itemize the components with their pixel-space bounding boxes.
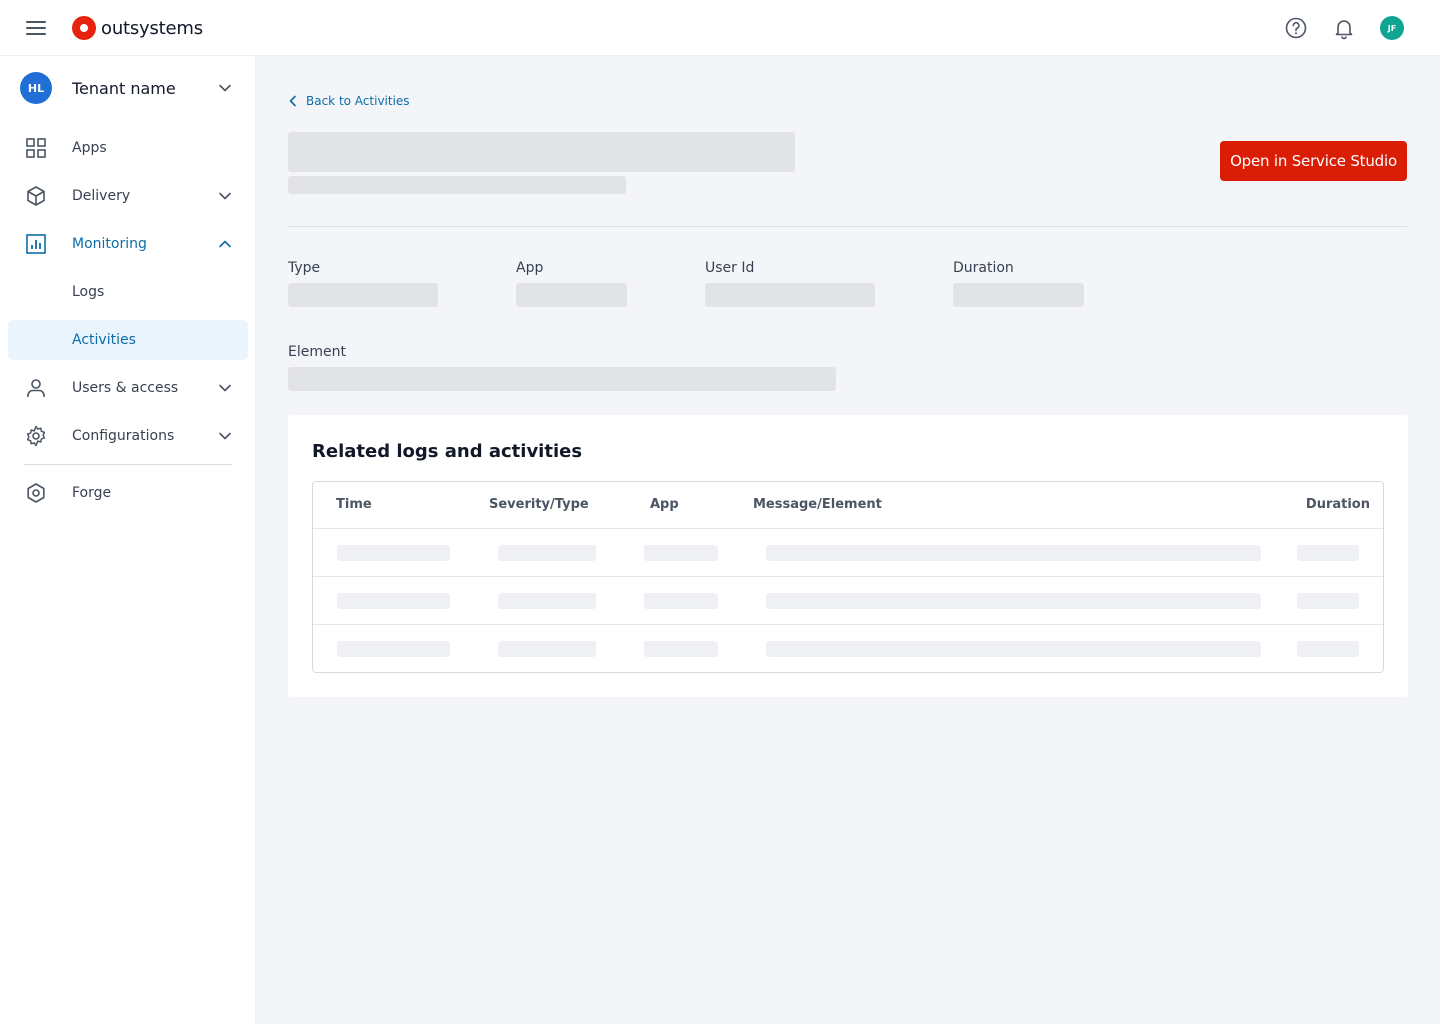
cell-skeleton bbox=[766, 545, 1261, 561]
cell-skeleton bbox=[498, 593, 596, 609]
sidebar-item-users-access[interactable]: Users & access bbox=[8, 368, 248, 408]
sidebar-divider bbox=[24, 464, 232, 465]
type-value-skeleton bbox=[288, 283, 438, 307]
top-bar: outsystems JF bbox=[0, 0, 1440, 56]
chevron-down-icon bbox=[219, 432, 231, 440]
cell-skeleton bbox=[1297, 641, 1359, 657]
sidebar-item-label: Forge bbox=[72, 485, 112, 501]
element-label: Element bbox=[288, 344, 346, 360]
related-logs-card: Related logs and activities Time Severit… bbox=[288, 415, 1408, 697]
table-row[interactable] bbox=[313, 529, 1383, 577]
related-logs-table: Time Severity/Type App Message/Element D… bbox=[312, 481, 1384, 673]
related-logs-title: Related logs and activities bbox=[312, 441, 583, 462]
tenant-name: Tenant name bbox=[72, 78, 176, 98]
sidebar-item-label: Configurations bbox=[72, 428, 175, 444]
back-to-activities-link[interactable]: Back to Activities bbox=[288, 92, 410, 110]
cell-skeleton bbox=[337, 641, 450, 657]
chevron-down-icon bbox=[219, 384, 231, 392]
cell-skeleton bbox=[644, 593, 718, 609]
title-skeleton bbox=[288, 132, 795, 172]
gear-icon bbox=[26, 425, 46, 447]
user-avatar[interactable]: JF bbox=[1380, 16, 1404, 40]
column-header-duration[interactable]: Duration bbox=[1306, 497, 1370, 512]
tenant-selector[interactable]: HL Tenant name bbox=[20, 72, 240, 104]
cube-icon bbox=[27, 186, 45, 206]
cell-skeleton bbox=[644, 545, 718, 561]
table-row[interactable] bbox=[313, 625, 1383, 672]
sidebar-item-logs[interactable]: Logs bbox=[8, 272, 248, 312]
apps-grid-icon bbox=[26, 138, 46, 158]
header-divider bbox=[288, 226, 1407, 227]
chevron-down-icon bbox=[219, 84, 231, 92]
back-link-label: Back to Activities bbox=[306, 94, 410, 108]
duration-label: Duration bbox=[953, 260, 1014, 276]
column-header-severity-type[interactable]: Severity/Type bbox=[489, 497, 589, 512]
type-label: Type bbox=[288, 260, 321, 276]
cell-skeleton bbox=[498, 545, 596, 561]
sidebar-item-monitoring[interactable]: Monitoring bbox=[8, 224, 248, 264]
app-value-skeleton bbox=[516, 283, 627, 307]
sidebar-item-label: Monitoring bbox=[72, 236, 147, 252]
cell-skeleton bbox=[766, 641, 1261, 657]
brand-logo[interactable]: outsystems bbox=[72, 15, 203, 41]
column-header-time[interactable]: Time bbox=[336, 497, 372, 512]
brand-name: outsystems bbox=[101, 17, 203, 39]
sidebar-item-apps[interactable]: Apps bbox=[8, 128, 248, 168]
sidebar-item-configurations[interactable]: Configurations bbox=[8, 416, 248, 456]
chevron-down-icon bbox=[219, 192, 231, 200]
cell-skeleton bbox=[337, 545, 450, 561]
sidebar-item-label: Activities bbox=[72, 332, 136, 348]
cell-skeleton bbox=[644, 641, 718, 657]
help-icon[interactable] bbox=[1284, 16, 1308, 40]
user-id-label: User Id bbox=[705, 260, 755, 276]
sidebar-item-activities[interactable]: Activities bbox=[8, 320, 248, 360]
table-row[interactable] bbox=[313, 577, 1383, 625]
sidebar-item-label: Apps bbox=[72, 140, 107, 156]
user-icon bbox=[27, 379, 45, 397]
sidebar-item-label: Delivery bbox=[72, 188, 131, 204]
app-label: App bbox=[516, 260, 544, 276]
cell-skeleton bbox=[1297, 545, 1359, 561]
cell-skeleton bbox=[337, 593, 450, 609]
element-value-skeleton bbox=[288, 367, 836, 391]
user-id-value-skeleton bbox=[705, 283, 875, 307]
subtitle-skeleton bbox=[288, 176, 626, 194]
column-header-message-element[interactable]: Message/Element bbox=[753, 497, 882, 512]
menu-icon[interactable] bbox=[26, 19, 46, 37]
sidebar-item-label: Users & access bbox=[72, 380, 179, 396]
cell-skeleton bbox=[1297, 593, 1359, 609]
cell-skeleton bbox=[498, 641, 596, 657]
sidebar-item-delivery[interactable]: Delivery bbox=[8, 176, 248, 216]
duration-value-skeleton bbox=[953, 283, 1084, 307]
cell-skeleton bbox=[766, 593, 1261, 609]
chevron-up-icon bbox=[219, 240, 231, 248]
outsystems-logo-icon bbox=[72, 16, 96, 40]
column-header-app[interactable]: App bbox=[650, 497, 679, 512]
sidebar: HL Tenant name Apps Delivery Monitoring bbox=[0, 56, 256, 1024]
bell-icon[interactable] bbox=[1332, 16, 1356, 40]
chevron-left-icon bbox=[289, 95, 296, 107]
forge-icon bbox=[27, 483, 45, 503]
open-in-service-studio-button[interactable]: Open in Service Studio bbox=[1220, 141, 1407, 181]
sidebar-item-label: Logs bbox=[72, 284, 105, 300]
sidebar-item-forge[interactable]: Forge bbox=[8, 473, 248, 513]
chart-icon bbox=[26, 234, 46, 254]
tenant-avatar: HL bbox=[20, 72, 52, 104]
